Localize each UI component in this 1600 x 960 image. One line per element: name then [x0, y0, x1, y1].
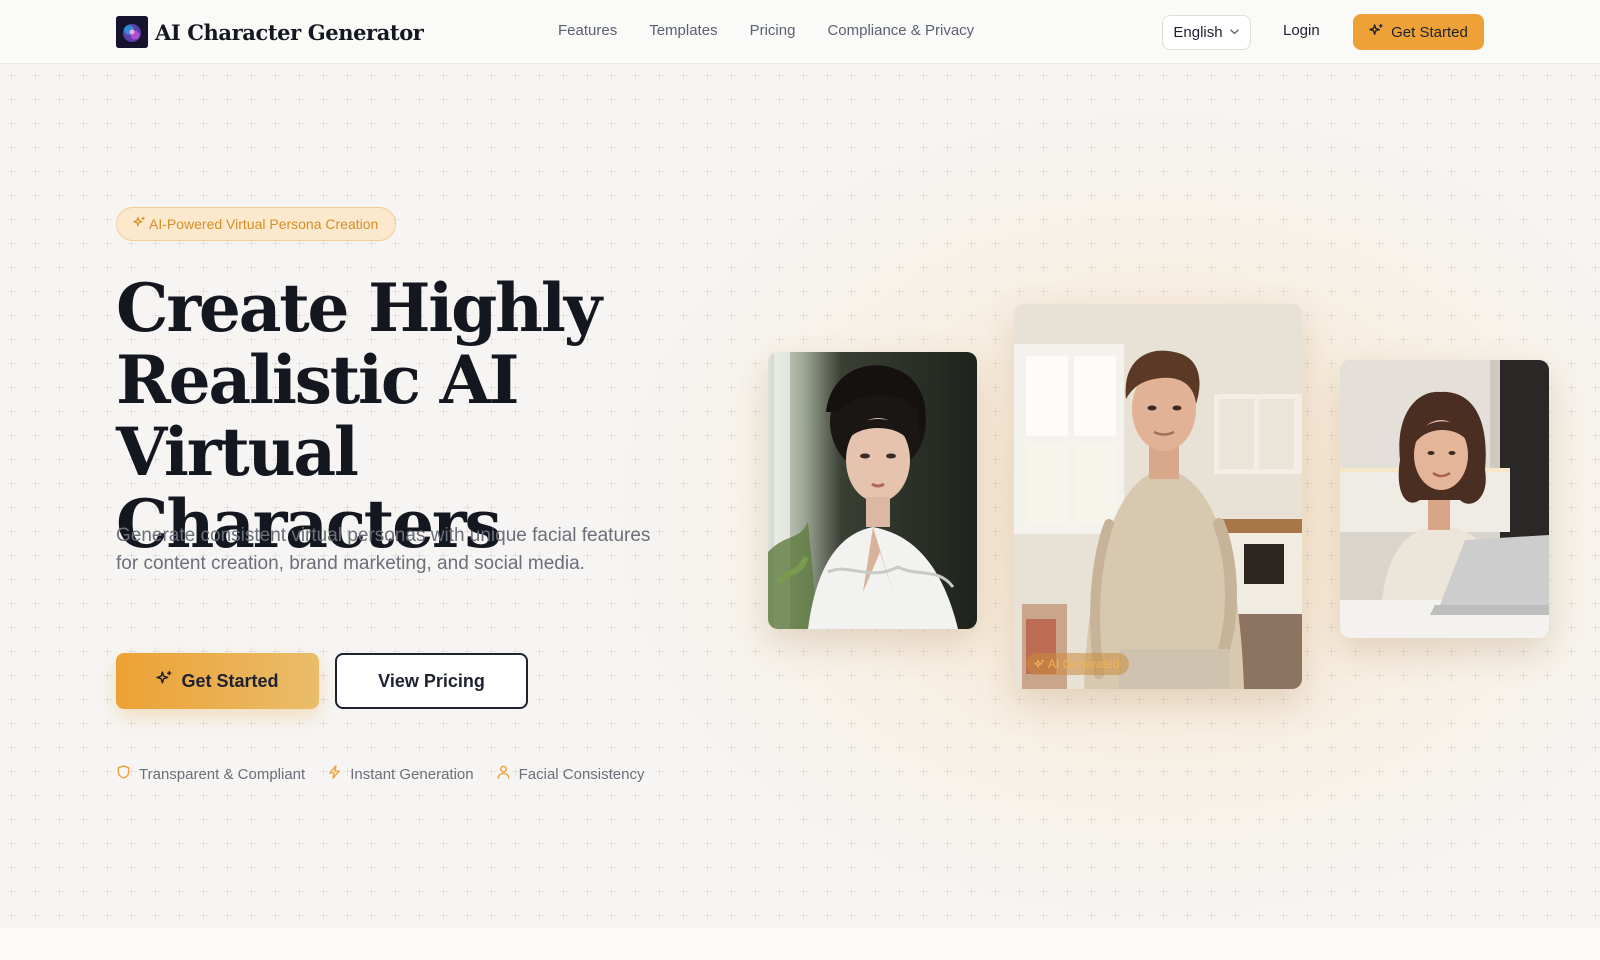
top-navigation: AI Character Generator Features Template…	[0, 0, 1600, 64]
feature-facial-consistency: Facial Consistency	[496, 764, 645, 784]
tagline-text: AI-Powered Virtual Persona Creation	[149, 216, 379, 232]
nav-pricing[interactable]: Pricing	[750, 22, 796, 39]
nav-templates[interactable]: Templates	[649, 22, 717, 39]
hero-tagline-pill: AI-Powered Virtual Persona Creation	[116, 207, 397, 241]
brand[interactable]: AI Character Generator	[116, 16, 424, 48]
feature-label: Facial Consistency	[518, 765, 645, 783]
feature-instant-generation: Instant Generation	[327, 764, 474, 784]
main-nav: Features Templates Pricing Compliance & …	[558, 22, 974, 39]
chevron-down-icon	[1229, 24, 1240, 41]
brand-logo	[116, 16, 148, 48]
view-pricing-button[interactable]: View Pricing	[335, 653, 528, 709]
ai-generated-badge: AI Generated	[1026, 653, 1130, 675]
nav-compliance-privacy[interactable]: Compliance & Privacy	[827, 22, 974, 39]
sparkle-icon	[1034, 659, 1045, 670]
view-pricing-label: View Pricing	[378, 670, 485, 691]
lightning-icon	[327, 764, 342, 784]
sparkle-icon	[133, 216, 146, 232]
feature-highlights: Transparent & Compliant Instant Generati…	[116, 764, 645, 784]
persona-photo-woman-laptop	[1340, 360, 1549, 638]
login-link[interactable]: Login	[1283, 22, 1320, 39]
hero-headline: Create Highly Realistic AI Virtual Chara…	[116, 269, 602, 563]
feature-label: Instant Generation	[350, 765, 474, 783]
language-label: English	[1173, 24, 1223, 41]
header-get-started-button[interactable]: Get Started	[1353, 14, 1484, 50]
nav-features[interactable]: Features	[558, 22, 617, 39]
get-started-label: Get Started	[181, 670, 279, 691]
language-selector[interactable]: English	[1162, 15, 1251, 50]
sparkle-icon	[156, 670, 173, 692]
hero-section: AI-Powered Virtual Persona Creation Crea…	[0, 64, 1600, 928]
header-cta-label: Get Started	[1391, 23, 1468, 41]
persona-photo-man-sweater: AI Generated	[1014, 304, 1302, 689]
shield-icon	[116, 764, 131, 784]
badge-label: AI Generated	[1048, 657, 1120, 671]
get-started-button[interactable]: Get Started	[116, 653, 319, 709]
next-section-edge	[0, 928, 1600, 960]
feature-transparent-compliant: Transparent & Compliant	[116, 764, 305, 784]
brand-name: AI Character Generator	[155, 19, 424, 45]
sparkle-icon	[1369, 23, 1384, 42]
persona-photo-woman-white-blouse	[768, 352, 977, 629]
hero-subheadline: Generate consistent virtual personas wit…	[116, 525, 651, 574]
user-icon	[496, 764, 511, 784]
feature-label: Transparent & Compliant	[139, 765, 306, 783]
